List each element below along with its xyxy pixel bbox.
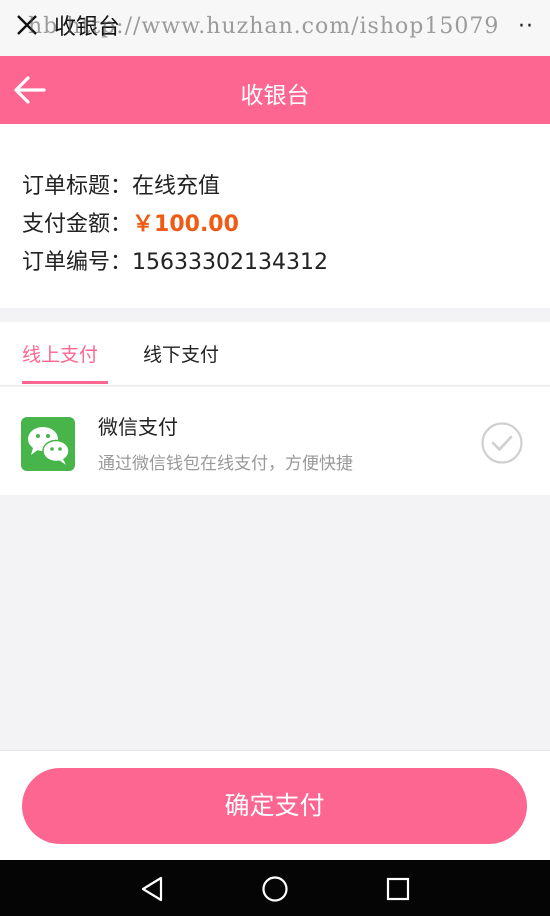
order-title-row: 订单标题：在线充值 [22,168,220,200]
more-menu-button[interactable]: ·· [518,14,534,39]
order-number-value: 15633302134312 [132,250,328,275]
order-title-label: 订单标题： [22,174,133,199]
system-navigation-bar [0,860,550,916]
nav-home-icon[interactable] [260,874,290,904]
payment-method-name: 微信支付 [98,415,178,439]
browser-top-bar: 收银台 hb http://www.huzhan.com/ishop15079 … [0,0,550,56]
confirm-pay-button[interactable]: 确定支付 [22,768,527,844]
payment-tabs: 线上支付 线下支付 [0,322,550,386]
tab-online-payment[interactable]: 线上支付 [22,340,98,367]
wechat-icon [21,417,75,471]
payment-method-description: 通过微信钱包在线支付，方便快捷 [98,454,353,474]
check-circle-icon[interactable] [480,421,524,465]
watermark: hb http://www.huzhan.com/ishop15079 [28,14,500,39]
tab-offline-payment[interactable]: 线下支付 [143,340,219,367]
order-amount-label: 支付金额： [22,212,133,237]
order-info-panel: 订单标题：在线充值 支付金额：￥100.00 订单编号：156333021343… [0,124,550,308]
nav-back-icon[interactable] [138,874,168,904]
payment-method-wechat[interactable]: 微信支付 通过微信钱包在线支付，方便快捷 [0,387,550,495]
order-title-value: 在线充值 [132,174,221,199]
page-title: 收银台 [240,83,310,109]
active-tab-indicator [22,381,108,384]
order-amount-value: ￥100.00 [132,212,239,237]
order-number-label: 订单编号： [22,250,133,275]
page-header: 收银台 [0,56,550,124]
bottom-action-bar: 确定支付 [0,750,550,860]
order-amount-row: 支付金额：￥100.00 [22,206,239,238]
order-number-row: 订单编号：15633302134312 [22,244,328,276]
nav-recent-apps-icon[interactable] [383,874,413,904]
